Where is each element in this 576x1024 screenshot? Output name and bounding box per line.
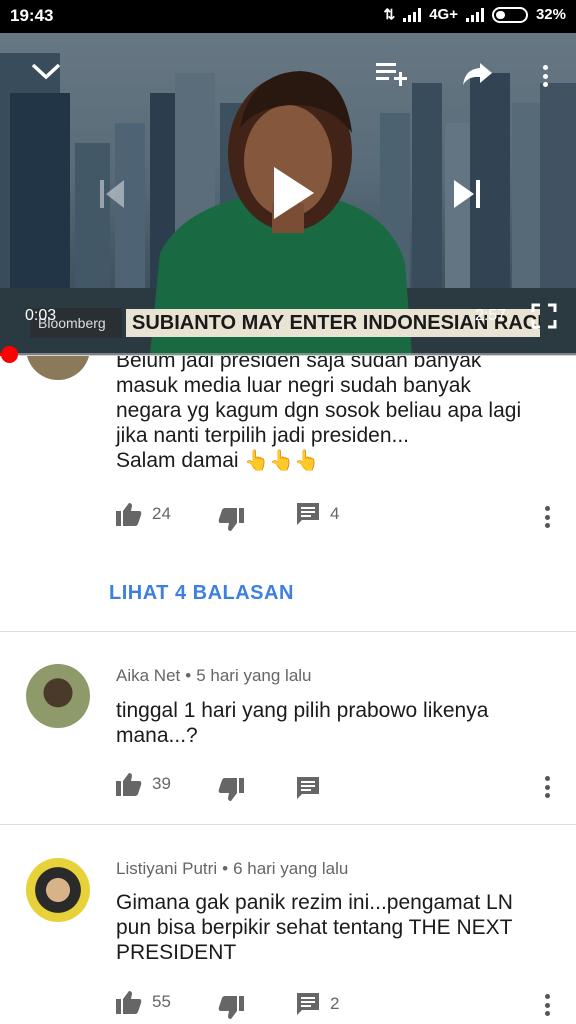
thumb-down-icon[interactable]: [218, 996, 244, 1020]
comment-menu-icon[interactable]: [537, 502, 557, 532]
wifi-call-icon: ⇅: [383, 6, 396, 22]
comment-author[interactable]: Aika Net: [116, 666, 180, 685]
thumb-down-icon[interactable]: [218, 508, 244, 532]
battery-icon: [491, 6, 528, 23]
current-time: 0:03: [25, 307, 57, 324]
comment-meta: Aika Net • 5 hari yang lalu: [116, 666, 312, 685]
comment-menu-icon[interactable]: [537, 990, 557, 1020]
like-button[interactable]: 39: [116, 772, 171, 796]
comment-time: 6 hari yang lalu: [233, 859, 349, 878]
play-icon[interactable]: [270, 165, 316, 221]
add-to-playlist-icon[interactable]: [376, 61, 410, 87]
thumb-up-icon: [116, 991, 142, 1014]
divider: [0, 631, 576, 632]
more-vert-icon[interactable]: [535, 61, 555, 91]
thumb-up-icon: [116, 773, 142, 796]
comment-icon[interactable]: [296, 776, 320, 800]
status-time: 19:43: [10, 6, 54, 25]
comment-text: Gimana gak panik rezim ini...pengamat LN…: [116, 891, 513, 964]
pointing-up-emoji: 👆👆👆: [244, 450, 320, 472]
comment-icon: [297, 503, 319, 525]
reply-button[interactable]: 4: [296, 502, 339, 526]
comments-list: Belum jadi presiden saja sudah banyak ma…: [0, 356, 576, 1024]
signal-icon-2: [465, 7, 484, 22]
like-button[interactable]: 55: [116, 990, 171, 1014]
reply-button[interactable]: 2: [296, 992, 339, 1016]
comment-icon: [297, 993, 319, 1015]
thumb-down-icon[interactable]: [218, 778, 244, 802]
duration: 2:57: [475, 307, 507, 324]
chevron-down-icon[interactable]: [30, 61, 62, 83]
comment-text: tinggal 1 hari yang pilih prabowo likeny…: [116, 699, 489, 747]
share-icon[interactable]: [462, 61, 494, 87]
network-type: 4G+: [429, 6, 458, 23]
comment-text: Belum jadi presiden saja sudah banyak ma…: [116, 356, 522, 472]
next-icon[interactable]: [452, 178, 482, 210]
avatar[interactable]: [26, 664, 90, 728]
comment-author[interactable]: Listiyani Putri: [116, 859, 217, 878]
avatar[interactable]: [26, 356, 90, 380]
thumb-up-icon: [116, 503, 142, 526]
previous-icon: [100, 180, 124, 208]
comment-menu-icon[interactable]: [537, 772, 557, 802]
news-ticker: Bloomberg SUBIANTO MAY ENTER INDONESIAN …: [30, 308, 540, 338]
fullscreen-icon[interactable]: [531, 303, 557, 329]
battery-percent: 32%: [535, 6, 566, 23]
like-button[interactable]: 24: [116, 502, 171, 526]
avatar[interactable]: [26, 858, 90, 922]
view-replies-link[interactable]: LIHAT 4 BALASAN: [109, 582, 294, 605]
video-player[interactable]: Bloomberg SUBIANTO MAY ENTER INDONESIAN …: [0, 33, 576, 355]
comment-time: 5 hari yang lalu: [196, 666, 312, 685]
comment-meta: Listiyani Putri • 6 hari yang lalu: [116, 859, 349, 878]
status-bar: 19:43 ⇅ 4G+ 32%: [0, 0, 576, 33]
signal-icon: [403, 7, 422, 22]
divider: [0, 824, 576, 825]
